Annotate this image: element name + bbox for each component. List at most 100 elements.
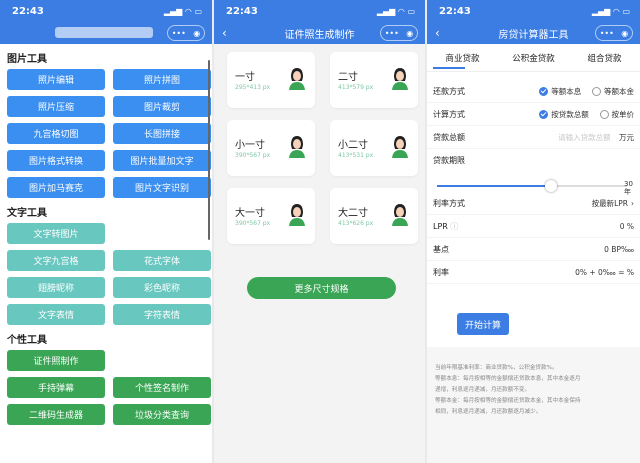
status-bar: 22:43 ▂▄▆ ◠ ▭ [214,0,425,22]
top-bar: 22:43 ▂▄▆ ◠ ▭ ‹ 证件照生成制作 ••• ◉ [214,0,425,44]
close-circle-icon[interactable]: ◉ [193,29,200,38]
status-time: 22:43 [12,5,44,17]
section-title: 个性工具 [7,335,47,346]
repay-option-equal-principal[interactable]: 等额本金 [604,86,634,97]
photo-size-card[interactable]: 小一寸 390*567 px [227,120,315,176]
id-photo-screen: 22:43 ▂▄▆ ◠ ▭ ‹ 证件照生成制作 ••• ◉ 一寸 295*413 px 二… [214,0,425,463]
tool-button[interactable]: 花式字体 [113,250,211,271]
photo-size-card[interactable]: 小二寸 413*531 px [330,120,418,176]
tool-button[interactable]: 文字转图片 [7,223,105,244]
check-radio-icon[interactable] [539,109,549,119]
close-circle-icon[interactable]: ◉ [621,29,628,38]
tool-button[interactable]: 图片加马赛克 [7,177,105,198]
tool-button[interactable]: 照片拼图 [113,69,211,90]
battery-icon: ▭ [622,6,630,16]
grid-spacer [113,223,211,244]
rate-label: 利率 [433,267,449,277]
loan-term-row: 贷款期限 [427,149,640,172]
note-equal-payment-2: 递增，利息逐月递减，月还款额不变。 [435,387,531,393]
tool-button[interactable]: 图片裁剪 [113,96,211,117]
tool-button[interactable]: 照片编辑 [7,69,105,90]
check-radio-icon[interactable] [539,86,549,96]
start-calc-button[interactable]: 开始计算 [457,313,509,335]
tool-button[interactable]: 垃圾分类查询 [113,404,211,425]
section-title: 文字工具 [7,208,47,219]
explanation-notes: 当前年限基准利率：商业贷款%，公积金贷款%。 等额本息：每月按相等的金额偿还贷款… [427,347,640,463]
tool-button[interactable]: 九宫格切图 [7,123,105,144]
nav-bar: ‹ 证件照生成制作 ••• ◉ [214,22,425,44]
tool-grid: 文字转图片文字九宫格 花式字体 翅膀昵称 彩色昵称 文字表情 字符表情 [0,223,212,325]
tool-button[interactable]: 个性签名制作 [113,377,211,398]
size-name: 小一寸 [235,140,265,151]
grid-spacer [113,350,211,371]
rate-mode-value[interactable]: 按最新LPR [592,198,628,209]
menu-capsule[interactable]: ••• ◉ [595,25,633,41]
tab-combined[interactable]: 组合贷款 [569,52,640,64]
lpr-label-wrap: LPR ⓘ [433,221,488,232]
rate-mode-label: 利率方式 [433,198,465,208]
loan-total-label: 贷款总额 [433,132,465,142]
back-icon[interactable]: ‹ [435,26,440,40]
rate-mode-row[interactable]: 利率方式 按最新LPR › [427,192,640,215]
more-icon[interactable]: ••• [385,29,399,38]
tool-button[interactable]: 图片批量加文字 [113,150,211,171]
more-icon[interactable]: ••• [600,29,614,38]
tool-button[interactable]: 字符表情 [113,304,211,325]
tab-commercial[interactable]: 商业贷款 [427,52,498,64]
photo-size-card[interactable]: 二寸 413*579 px [330,52,418,108]
blurred-title [55,27,153,38]
tool-button[interactable]: 翅膀昵称 [7,277,105,298]
tool-button[interactable]: 照片压缩 [7,96,105,117]
help-icon[interactable]: ⓘ [450,222,458,231]
size-pixels: 390*567 px [235,220,271,227]
tool-button[interactable]: 二维码生成器 [7,404,105,425]
tool-button[interactable]: 文字九宫格 [7,250,105,271]
loan-total-input[interactable]: 请输入贷款总额 [558,132,611,143]
rate-row: 利率 0% + 0‱ = % [427,261,640,284]
calc-option-unit-price[interactable]: 按单价 [612,109,635,120]
back-icon[interactable]: ‹ [222,26,227,40]
loan-total-row: 贷款总额 请输入贷款总额 万元 [427,126,640,149]
tool-button[interactable]: 长图拼接 [113,123,211,144]
top-bar: 22:43 ▂▄▆ ◠ ▭ ‹ 房贷计算器工具 ••• ◉ [427,0,640,44]
repay-option-equal-payment[interactable]: 等额本息 [551,86,581,97]
size-pixels: 390*567 px [235,152,271,159]
lpr-label: LPR [433,221,448,231]
tab-provident[interactable]: 公积金贷款 [498,52,569,64]
lpr-value[interactable]: 0 % [620,222,634,231]
tool-button[interactable]: 图片文字识别 [113,177,211,198]
tool-button[interactable]: 手持弹幕 [7,377,105,398]
menu-capsule[interactable]: ••• ◉ [380,25,418,41]
chevron-right-icon: › [631,198,634,208]
more-icon[interactable]: ••• [172,29,186,38]
photo-size-card[interactable]: 一寸 295*413 px [227,52,315,108]
note-equal-principal-2: 相同，利息逐月递减，月还款额逐月减少。 [435,409,542,415]
size-pixels: 413*626 px [338,220,374,227]
portrait-icon [289,68,305,90]
photo-size-card[interactable]: 大二寸 413*626 px [330,188,418,244]
size-name: 一寸 [235,72,255,83]
more-sizes-button[interactable]: 更多尺寸规格 [247,277,396,299]
basis-point-value[interactable]: 0 BP‱ [604,245,634,254]
size-grid: 一寸 295*413 px 二寸 413*579 px 小一寸 390*567 px 小二寸… [214,44,425,244]
close-circle-icon[interactable]: ◉ [406,29,413,38]
radio-icon[interactable] [599,109,609,119]
status-icons: ▂▄▆ ◠ ▭ [164,7,202,16]
radio-icon[interactable] [592,86,601,96]
battery-icon: ▭ [194,6,202,16]
signal-icon: ▂▄▆ [163,6,183,16]
photo-size-card[interactable]: 大一寸 390*567 px [227,188,315,244]
tool-button[interactable]: 文字表情 [7,304,105,325]
tool-button[interactable]: 彩色昵称 [113,277,211,298]
tool-button[interactable]: 图片格式转换 [7,150,105,171]
tool-sections: 图片工具 照片编辑 照片拼图 照片压缩 图片裁剪 九宫格切图 长图拼接 图片格式转换 图片批量加… [0,50,212,425]
tool-button[interactable]: 证件照制作 [7,350,105,371]
status-icons: ▂▄▆ ◠ ▭ [592,7,630,16]
scrollbar[interactable] [208,60,210,240]
loan-tabs: 商业贷款 公积金贷款 组合贷款 [427,44,640,72]
calc-option-total[interactable]: 按贷款总额 [551,109,589,120]
loan-total-unit: 万元 [619,132,634,142]
slider-handle[interactable] [545,180,557,192]
loan-term-slider[interactable] [437,180,627,192]
menu-capsule[interactable]: ••• ◉ [167,25,205,41]
